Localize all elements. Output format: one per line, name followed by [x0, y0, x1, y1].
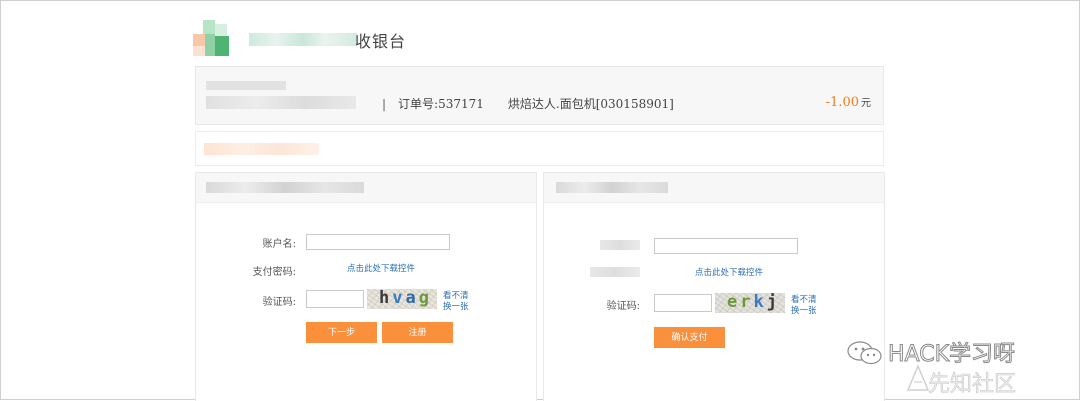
captcha-label: 验证码: [606, 301, 640, 312]
merchant-name-redacted [206, 81, 286, 90]
quick-payment-panel: 点击此处下载控件 验证码: erkj 看不清 换一张 确认支付 [543, 172, 885, 401]
refresh-line1: 看不清 [791, 295, 817, 305]
confirm-payment-button[interactable]: 确认支付 [654, 327, 725, 348]
page-title: 收银台 [355, 32, 407, 51]
download-control-link[interactable]: 点击此处下载控件 [347, 262, 415, 274]
captcha-char: h [379, 289, 393, 308]
panel-title-redacted [556, 182, 668, 193]
separator: | [382, 97, 387, 111]
captcha-chars: hvag [379, 289, 432, 308]
xianzhi-logo-icon [906, 364, 930, 391]
register-button[interactable]: 注册 [382, 322, 453, 343]
xianzhi-watermark: 先知社区 [928, 372, 1017, 398]
captcha-image[interactable]: hvag [367, 289, 437, 309]
panel-header [196, 173, 536, 203]
panel-header [544, 173, 884, 203]
product-name: 烘焙达人.面包机[030158901] [507, 97, 674, 111]
captcha-char: r [740, 293, 754, 312]
amount-value: -1.00 [825, 95, 859, 110]
notice-text-redacted [204, 143, 319, 155]
account-input[interactable] [306, 234, 450, 250]
captcha-image[interactable]: erkj [715, 293, 785, 313]
captcha-chars: erkj [727, 293, 780, 312]
card-input[interactable] [654, 238, 798, 254]
refresh-line1: 看不清 [443, 291, 469, 301]
captcha-char: k [753, 293, 767, 312]
panel-title-redacted [206, 182, 364, 193]
refresh-captcha-link[interactable]: 看不清 换一张 [443, 291, 469, 313]
merchant-info-redacted [206, 96, 356, 109]
password-label: 支付密码: [252, 267, 296, 278]
refresh-line2: 换一张 [791, 306, 817, 316]
field-label-redacted [600, 240, 640, 250]
site-name-redacted [249, 33, 357, 46]
currency-unit: 元 [861, 98, 871, 109]
captcha-char: g [418, 289, 432, 308]
download-control-link[interactable]: 点击此处下载控件 [695, 266, 763, 278]
order-number: 537171 [438, 97, 484, 111]
captcha-char: j [766, 293, 780, 312]
captcha-char: v [392, 289, 406, 308]
order-amount: -1.00 元 [826, 94, 871, 110]
captcha-char: a [405, 289, 419, 308]
order-summary-bar: | 订单号:537171 烘焙达人.面包机[030158901] -1.00 元 [195, 66, 884, 125]
wechat-icon [847, 341, 882, 365]
captcha-input[interactable] [654, 294, 712, 312]
brand-logo [193, 20, 229, 56]
notice-bar [195, 131, 884, 166]
refresh-line2: 换一张 [443, 302, 469, 312]
account-label: 账户名: [262, 239, 296, 250]
order-number-label: 订单号: [398, 97, 439, 111]
field-label-redacted [590, 267, 640, 277]
captcha-input[interactable] [306, 290, 364, 308]
next-step-button[interactable]: 下一步 [306, 322, 377, 343]
order-info: | 订单号:537171 烘焙达人.面包机[030158901] [364, 95, 674, 112]
refresh-captcha-link[interactable]: 看不清 换一张 [791, 295, 817, 317]
account-payment-panel: 账户名: 支付密码: 点击此处下载控件 验证码: hvag 看不清 换一张 下一… [195, 172, 537, 401]
captcha-label: 验证码: [262, 297, 296, 308]
cashier-header: 收银台 [193, 20, 413, 58]
captcha-char: e [727, 293, 741, 312]
